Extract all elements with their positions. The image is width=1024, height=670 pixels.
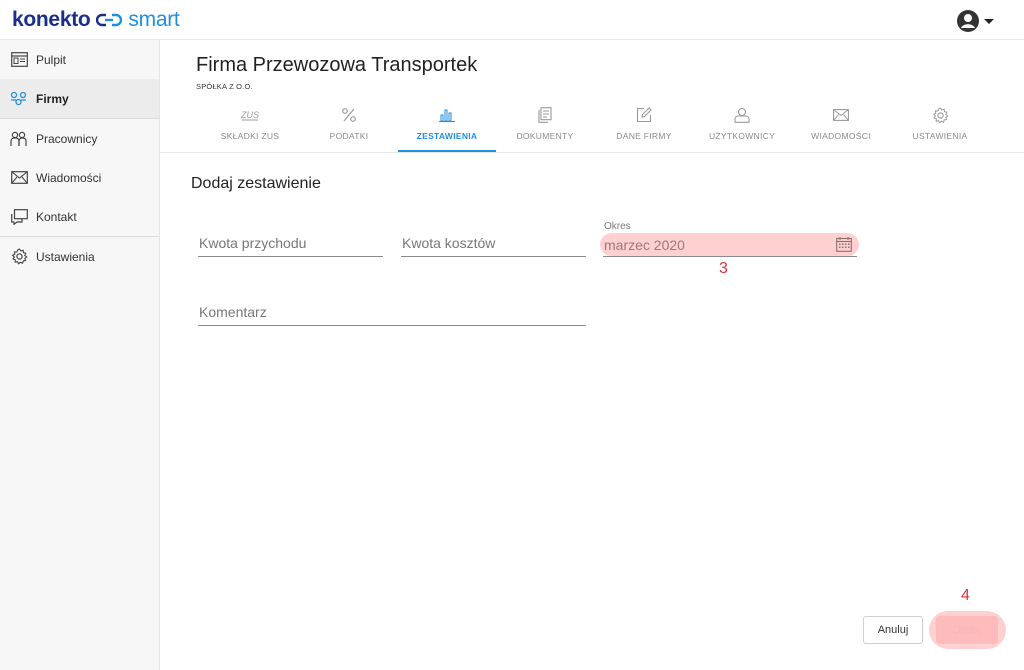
employees-icon: [10, 130, 28, 148]
tab-dokumenty[interactable]: DOKUMENTY: [496, 100, 594, 152]
tab-wiadomosci[interactable]: WIADOMOŚCI: [790, 100, 892, 152]
sidebar-item-label: Ustawienia: [36, 249, 95, 264]
tab-ustawienia[interactable]: USTAWIENIA: [892, 100, 988, 152]
top-bar: konekto smart: [0, 0, 1024, 40]
logo-text-smart: smart: [128, 8, 180, 31]
svg-text:ZUS: ZUS: [240, 110, 259, 120]
step-marker-add: 4: [961, 587, 970, 604]
sidebar-item-firmy[interactable]: Firmy: [0, 79, 159, 118]
sidebar-item-wiadomosci[interactable]: Wiadomości: [0, 158, 159, 197]
tab-label: DANE FIRMY: [616, 131, 672, 141]
tab-uzytkownicy[interactable]: UŻYTKOWNICY: [694, 100, 790, 152]
costs-amount-field[interactable]: Kwota kosztów: [401, 232, 586, 257]
company-tabs: ZUS SKŁADKI ZUS PODATKI ZESTAWIENIA DOKU…: [200, 100, 990, 152]
tab-label: WIADOMOŚCI: [811, 131, 871, 141]
envelope-icon: [833, 103, 849, 127]
gear-icon: [10, 248, 28, 266]
sidebar-item-label: Pracownicy: [36, 131, 98, 146]
chat-icon: [10, 208, 28, 226]
add-button[interactable]: Dodaj: [936, 616, 998, 644]
dashboard-icon: [10, 51, 28, 69]
page-title: Firma Przewozowa Transportek: [196, 54, 478, 76]
tab-skladki-zus[interactable]: ZUS SKŁADKI ZUS: [200, 100, 300, 152]
company-legal-form: SPÓŁKA Z O.O.: [196, 82, 253, 91]
sidebar-item-kontakt[interactable]: Kontakt: [0, 197, 159, 236]
calendar-icon[interactable]: [836, 237, 852, 257]
sidebar-item-pulpit[interactable]: Pulpit: [0, 40, 159, 79]
sidebar-item-ustawienia[interactable]: Ustawienia: [0, 237, 159, 276]
tab-podatki[interactable]: PODATKI: [300, 100, 398, 152]
chevron-down-icon: [984, 18, 994, 24]
sidebar-item-label: Firmy: [36, 91, 69, 106]
bar-chart-icon: [439, 103, 455, 127]
sidebar-item-label: Pulpit: [36, 52, 67, 67]
tab-label: SKŁADKI ZUS: [220, 131, 280, 141]
percent-icon: [341, 103, 357, 127]
tab-label: PODATKI: [329, 131, 369, 141]
tabs-divider: [160, 152, 1024, 153]
tab-zestawienia[interactable]: ZESTAWIENIA: [398, 100, 496, 152]
tab-label: USTAWIENIA: [912, 131, 968, 141]
cancel-button[interactable]: Anuluj: [863, 616, 923, 644]
tab-label: ZESTAWIENIA: [416, 131, 478, 141]
edit-icon: [636, 103, 652, 127]
account-menu[interactable]: [956, 9, 994, 33]
period-label: Okres: [604, 221, 631, 232]
envelope-icon: [10, 169, 28, 187]
sidebar: Pulpit Firmy Pracownicy Wiadomości Konta…: [0, 40, 160, 670]
form-title: Dodaj zestawienie: [191, 175, 321, 192]
gear-icon: [932, 103, 949, 127]
konekto-logo[interactable]: konekto smart: [12, 8, 180, 32]
income-amount-placeholder: Kwota przychodu: [199, 235, 307, 251]
period-field-value[interactable]: marzec 2020: [604, 237, 685, 253]
companies-icon: [10, 90, 28, 108]
comment-placeholder: Komentarz: [199, 304, 267, 320]
tab-label: UŻYTKOWNICY: [708, 131, 776, 141]
sidebar-item-pracownicy[interactable]: Pracownicy: [0, 119, 159, 158]
step-marker-period: 3: [719, 260, 728, 277]
user-icon: [734, 103, 750, 127]
zus-icon: ZUS: [239, 103, 261, 127]
sidebar-item-label: Kontakt: [36, 209, 77, 224]
account-circle-icon: [957, 10, 979, 32]
tab-label: DOKUMENTY: [516, 131, 574, 141]
costs-amount-placeholder: Kwota kosztów: [402, 235, 496, 251]
tab-dane-firmy[interactable]: DANE FIRMY: [594, 100, 694, 152]
comment-field[interactable]: Komentarz: [198, 300, 586, 326]
sidebar-item-label: Wiadomości: [36, 170, 102, 185]
document-icon: [538, 103, 552, 127]
period-field-underline: [603, 256, 857, 257]
income-amount-field[interactable]: Kwota przychodu: [198, 232, 383, 257]
link-logo-icon: [96, 13, 123, 27]
logo-text-konekto: konekto: [12, 8, 91, 31]
